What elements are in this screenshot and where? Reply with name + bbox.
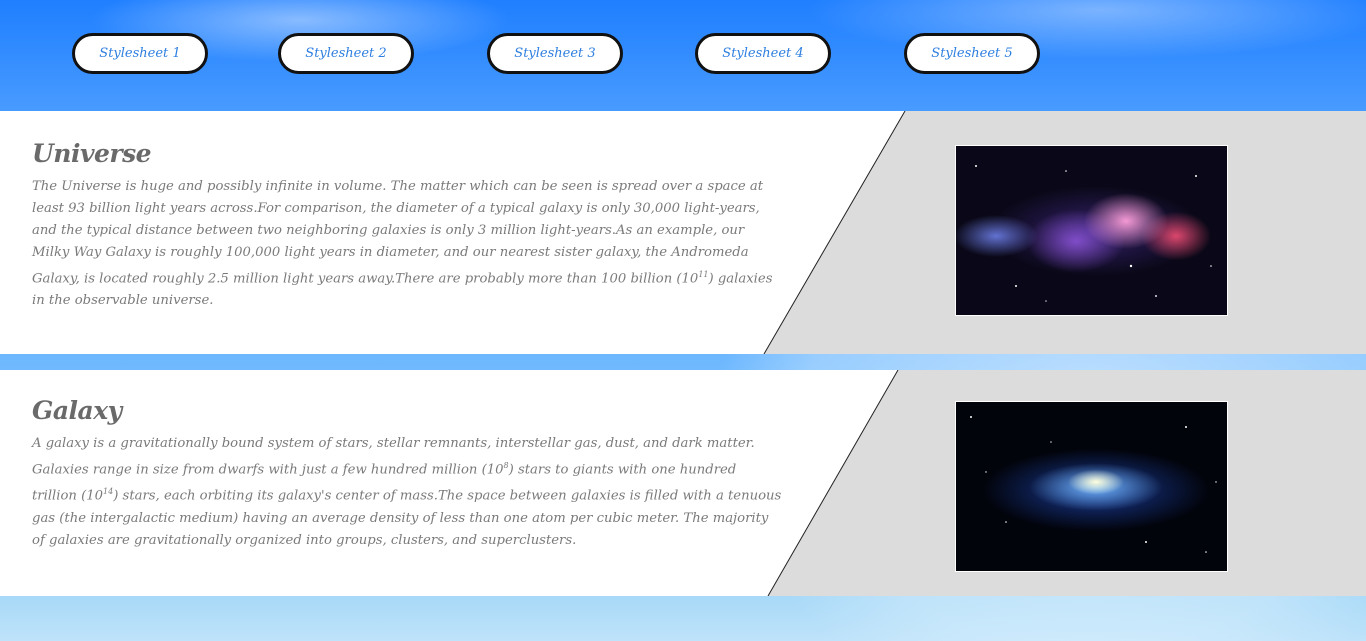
galaxy-paragraph: A galaxy is a gravitationally bound syst… — [32, 436, 782, 548]
spiral-galaxy-image — [955, 401, 1228, 572]
galaxy-heading: Galaxy — [32, 396, 122, 425]
nebula-stars — [975, 165, 1212, 302]
universe-section: Universe The Universe is huge and possib… — [0, 111, 1366, 354]
universe-content: Universe The Universe is huge and possib… — [32, 139, 784, 312]
stylesheet-nav: Stylesheet 1 Stylesheet 2 Stylesheet 3 S… — [0, 0, 1366, 111]
stylesheet-2-button[interactable]: Stylesheet 2 — [278, 33, 414, 74]
nebula-image — [955, 145, 1228, 316]
stylesheet-3-button[interactable]: Stylesheet 3 — [487, 33, 623, 74]
universe-paragraph: The Universe is huge and possibly infini… — [32, 179, 773, 309]
stylesheet-5-button[interactable]: Stylesheet 5 — [904, 33, 1040, 74]
galaxy-section: Galaxy A galaxy is a gravitationally bou… — [0, 370, 1366, 596]
stylesheet-1-button[interactable]: Stylesheet 1 — [72, 33, 208, 74]
stylesheet-4-button[interactable]: Stylesheet 4 — [695, 33, 831, 74]
galaxy-stars — [970, 416, 1217, 553]
galaxy-content: Galaxy A galaxy is a gravitationally bou… — [32, 396, 784, 552]
universe-heading: Universe — [32, 139, 152, 168]
